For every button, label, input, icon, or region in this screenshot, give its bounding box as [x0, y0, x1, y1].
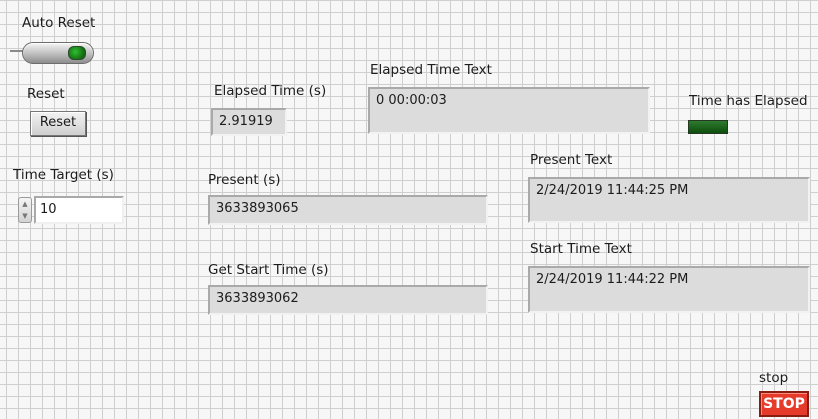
auto-reset-label: Auto Reset [22, 15, 96, 31]
stop-label: stop [759, 370, 789, 386]
present-text-indicator: 2/24/2019 11:44:25 PM [528, 177, 810, 223]
get-start-time-indicator: 3633893062 [208, 285, 488, 315]
elapsed-time-indicator: 2.91919 [211, 108, 287, 136]
down-arrow-icon[interactable]: ▼ [19, 210, 31, 222]
time-has-elapsed-label: Time has Elapsed [689, 93, 808, 109]
up-arrow-icon[interactable]: ▲ [19, 198, 31, 210]
time-target-numeric: ▲ ▼ 10 [18, 196, 124, 224]
auto-reset-toggle[interactable] [10, 37, 96, 67]
elapsed-time-text-indicator: 0 00:00:03 [368, 87, 650, 134]
reset-button[interactable]: Reset [30, 111, 86, 136]
start-time-text-label: Start Time Text [530, 241, 632, 257]
present-text-label: Present Text [530, 152, 613, 168]
elapsed-time-text-label: Elapsed Time Text [370, 62, 492, 78]
time-target-label: Time Target (s) [13, 167, 114, 183]
time-has-elapsed-led-icon [688, 120, 728, 134]
elapsed-time-label: Elapsed Time (s) [214, 83, 327, 99]
stop-button[interactable]: STOP [759, 391, 809, 417]
present-label: Present (s) [208, 172, 281, 188]
reset-label: Reset [27, 86, 65, 102]
get-start-time-label: Get Start Time (s) [208, 262, 329, 278]
toggle-led-icon [68, 46, 86, 60]
present-indicator: 3633893065 [208, 195, 488, 225]
increment-decrement-icon[interactable]: ▲ ▼ [18, 197, 32, 223]
start-time-text-indicator: 2/24/2019 11:44:22 PM [528, 266, 810, 313]
time-target-input[interactable]: 10 [34, 196, 124, 224]
